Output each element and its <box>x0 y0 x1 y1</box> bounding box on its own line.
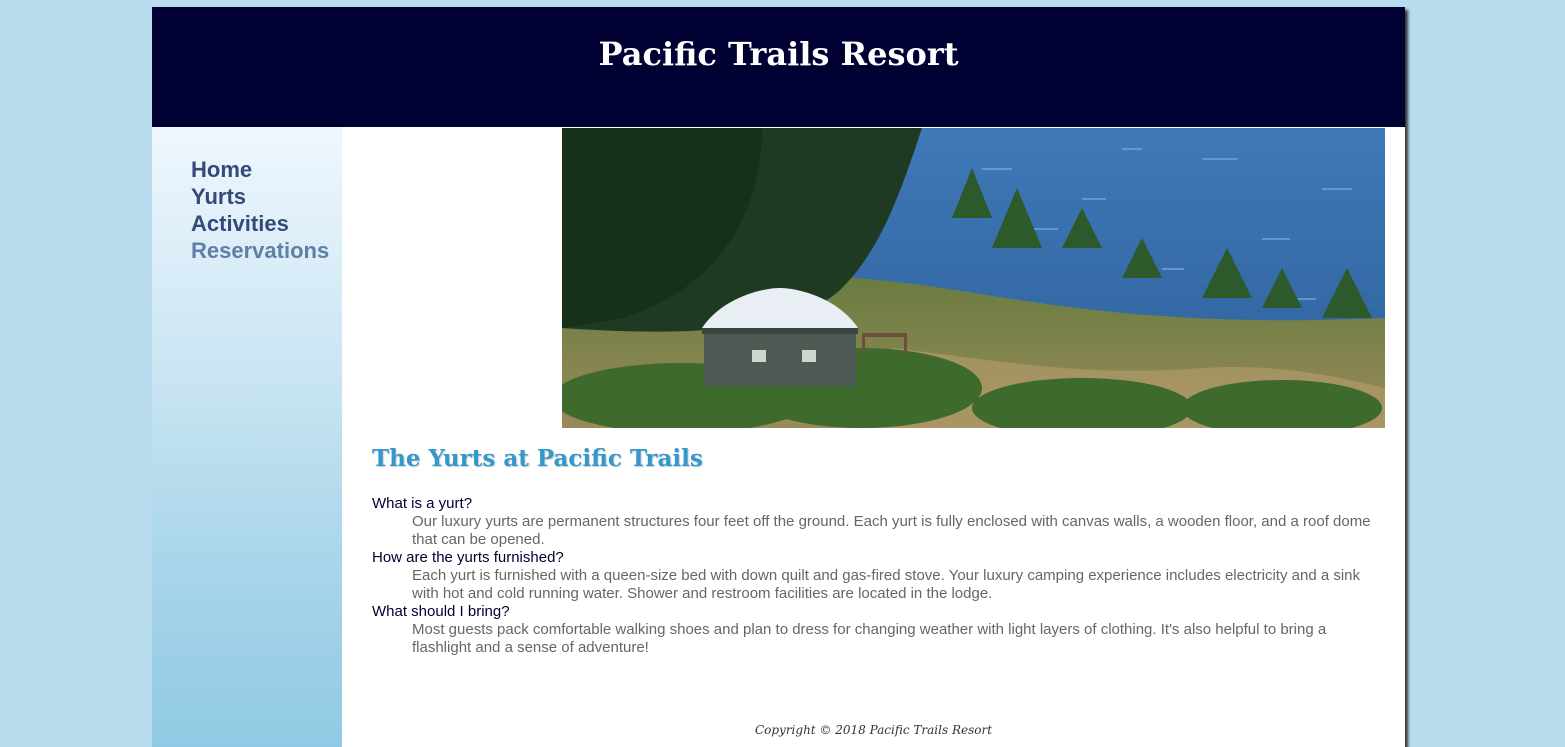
faq-answer: Most guests pack comfortable walking sho… <box>412 621 1327 656</box>
nav-link-home[interactable]: Home <box>191 156 329 183</box>
site-footer: Copyright © 2018 Pacific Trails Resort <box>342 723 1405 737</box>
nav-list: Home Yurts Activities Reservations <box>191 156 329 264</box>
nav-link-activities[interactable]: Activities <box>191 210 329 237</box>
site-header: Pacific Trails Resort <box>152 7 1405 127</box>
page-heading: The Yurts at Pacific Trails <box>372 445 703 472</box>
main-nav: Home Yurts Activities Reservations <box>152 127 342 747</box>
copyright-text: Copyright © 2018 Pacific Trails Resort <box>754 723 993 737</box>
faq-answer: Our luxury yurts are permanent structure… <box>412 513 1371 548</box>
page-wrapper: Pacific Trails Resort Home Yurts Activit… <box>152 7 1405 747</box>
faq-question: What should I bring? <box>372 603 510 620</box>
faq-answer: Each yurt is furnished with a queen-size… <box>412 567 1361 602</box>
faq-list: What is a yurt? Our luxury yurts are per… <box>372 495 1382 657</box>
faq-question: How are the yurts furnished? <box>372 549 564 566</box>
nav-link-yurts[interactable]: Yurts <box>191 183 329 210</box>
site-title: Pacific Trails Resort <box>598 35 959 73</box>
hero-illustration <box>562 128 1385 428</box>
faq-question: What is a yurt? <box>372 495 473 512</box>
nav-link-reservations[interactable]: Reservations <box>191 237 329 264</box>
hero-image-yurt-coast <box>562 128 1385 428</box>
